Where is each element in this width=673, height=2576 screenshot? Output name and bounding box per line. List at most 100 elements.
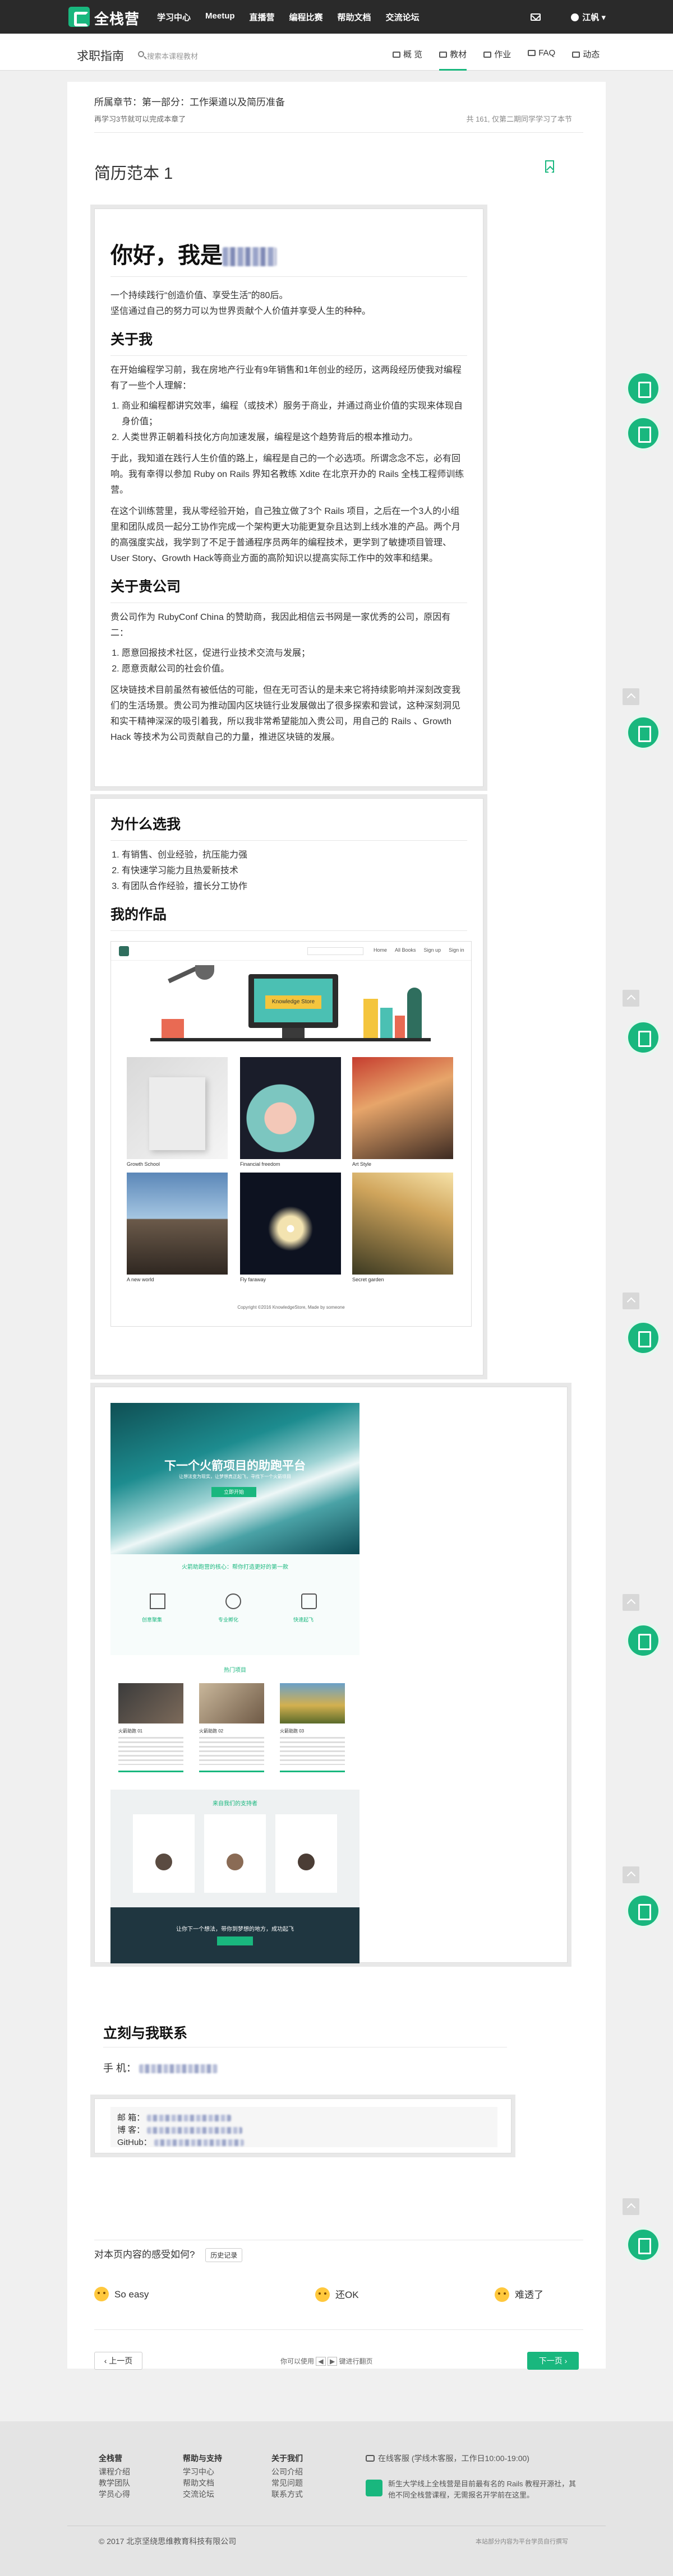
scroll-top-button[interactable] — [623, 1292, 639, 1309]
activity-icon — [572, 52, 580, 58]
chapter-progress: 共 161, 仅第二期同学学习了本节 — [466, 115, 572, 123]
mock-hero-subtitle: 让想法变为现实，让梦想真正起飞，寻找下一个火箭项目 — [179, 1474, 291, 1479]
book-icon — [439, 52, 448, 58]
notes-fab[interactable] — [628, 1896, 658, 1926]
scroll-top-button[interactable] — [623, 990, 639, 1007]
tab-homework[interactable]: 作业 — [483, 48, 511, 71]
scroll-top-button[interactable] — [623, 688, 639, 705]
footer-col-title: 全栈营 — [99, 2454, 122, 2463]
company-paragraph-2: 区块链技术目前虽然有被低估的可能，但在无可否认的是未来它将持续影响并深刻改变我们… — [110, 685, 461, 742]
nav-item-contest[interactable]: 编程比赛 — [289, 11, 323, 23]
work-thumbnail — [352, 1057, 453, 1159]
mock-feature-label: 快速起飞 — [293, 1617, 314, 1623]
footer-link[interactable]: 帮助文档 — [183, 2477, 222, 2489]
reaction-ok[interactable]: 还OK — [315, 2287, 359, 2302]
faq-icon — [528, 50, 536, 56]
notes-fab[interactable] — [628, 2230, 658, 2260]
user-menu[interactable]: 江帆 ▾ — [571, 11, 606, 23]
mock-navbar: Home All Books Sign up Sign in — [111, 942, 471, 961]
reaction-easy[interactable]: So easy — [94, 2287, 149, 2301]
tab-faq-label: FAQ — [538, 48, 556, 58]
project-thumbnail — [118, 1683, 183, 1723]
tab-materials[interactable]: 教材 — [439, 48, 467, 71]
brand-name[interactable]: 全栈营 — [94, 8, 140, 29]
works-heading: 我的作品 — [110, 907, 167, 923]
mock-hero-button: 立即开始 — [211, 1487, 256, 1497]
course-title[interactable]: 求职指南 — [77, 47, 124, 64]
nav-item-live[interactable]: 直播营 — [250, 11, 275, 23]
nav-item-meetup[interactable]: Meetup — [205, 11, 235, 23]
blurred-blog — [147, 2127, 243, 2134]
work-caption: Fly faraway — [240, 1277, 266, 1282]
mock-section-title: 来自我们的支持者 — [213, 1801, 257, 1807]
scroll-top-button[interactable] — [623, 2198, 639, 2215]
phone-row: 手 机： — [103, 2060, 218, 2075]
blog-row: 博 客： — [117, 2124, 243, 2135]
footer-col-title: 帮助与支持 — [183, 2454, 222, 2463]
pager-hint: 你可以使用 ◀ ▶ 键进行翻页 — [280, 2356, 373, 2366]
footer-link[interactable]: 学习中心 — [183, 2466, 222, 2477]
intro-line-2: 坚信通过自己的努力可以为世界贡献个人价值并享受人生的种种。 — [110, 307, 371, 316]
divider — [94, 132, 583, 133]
testimonial-card — [275, 1814, 337, 1893]
mock-feature-label: 专业孵化 — [218, 1617, 239, 1623]
brand-logo-icon[interactable] — [68, 7, 90, 27]
about-paragraph-3: 在这个训练营里，我从零经验开始，自己独立做了3个 Rails 项目，之后在一个3… — [110, 507, 461, 563]
notes-fab[interactable] — [628, 1625, 658, 1656]
bookmark-icon[interactable] — [545, 160, 554, 173]
footer-link[interactable]: 教学团队 — [99, 2477, 130, 2489]
notes-fab[interactable] — [628, 373, 658, 404]
intro-line-1: 一个持续践行“创造价值、享受生活”的80后。 — [110, 291, 288, 300]
mock-section-title: 火箭助跑营的核心：帮你打造更好的第一款 — [182, 1564, 288, 1570]
scroll-top-button[interactable] — [623, 1866, 639, 1883]
mock-nav-link: All Books — [395, 947, 416, 953]
mail-icon[interactable] — [531, 13, 541, 21]
blurred-github — [154, 2139, 244, 2147]
nav-item-forum[interactable]: 交流论坛 — [386, 11, 420, 23]
chapter-desc: 再学习3节就可以完成本章了 — [94, 115, 186, 123]
footer-link[interactable]: 课程介绍 — [99, 2466, 130, 2477]
customer-service[interactable]: 在线客服 (学线木客服，工作日10:00-19:00) — [366, 2453, 529, 2464]
work-thumbnail — [352, 1173, 453, 1275]
reaction-hard[interactable]: 难透了 — [495, 2287, 543, 2302]
prev-page-button[interactable]: ‹ 上一页 — [94, 2352, 142, 2370]
list-item: 有团队合作经验，擅长分工协作 — [122, 879, 467, 895]
tab-overview[interactable]: 概 览 — [393, 48, 422, 71]
chapter-title[interactable]: 所属章节：第一部分：工作渠道以及简历准备 — [94, 94, 285, 108]
footer-link[interactable]: 公司介绍 — [271, 2466, 303, 2477]
sad-face-icon — [495, 2287, 509, 2302]
notes-fab[interactable] — [628, 717, 658, 748]
project-text-placeholder — [280, 1737, 345, 1765]
work-caption: Growth School — [127, 1161, 160, 1167]
notes-fab[interactable] — [628, 1323, 658, 1353]
course-subnav: 求职指南 搜索本课程教材 概 览 教材 作业 FAQ 动态 — [0, 34, 673, 71]
company-list: 愿意回报技术社区，促进行业技术交流与发展； 愿意贡献公司的社会价值。 — [110, 646, 467, 677]
feedback-question-text: 对本页内容的感受如何? — [94, 2249, 195, 2260]
next-page-button[interactable]: 下一页 › — [527, 2352, 579, 2370]
course-search[interactable]: 搜索本课程教材 — [135, 48, 224, 62]
list-item: 有快速学习能力且热爱新技术 — [122, 863, 467, 879]
tab-activity-label: 动态 — [583, 50, 600, 59]
mock-search — [307, 947, 363, 955]
notes-fab[interactable] — [628, 418, 658, 448]
history-button[interactable]: 历史记录 — [205, 2248, 243, 2262]
footer-link[interactable]: 学员心得 — [99, 2489, 130, 2500]
footer-link[interactable]: 常见问题 — [271, 2477, 303, 2489]
blog-label: 博 客： — [117, 2125, 145, 2135]
footer-link[interactable]: 交流论坛 — [183, 2489, 222, 2500]
tab-activity[interactable]: 动态 — [572, 48, 600, 71]
footer-col-title: 关于我们 — [271, 2454, 303, 2463]
blurred-phone — [139, 2064, 218, 2074]
contact-card: 邮 箱： 博 客： GitHub： — [94, 2098, 511, 2153]
project-thumbnail — [280, 1683, 345, 1723]
resume-card-works: 为什么选我 有销售、创业经验，抗压能力强 有快速学习能力且热爱新技术 有团队合作… — [94, 798, 483, 1375]
scroll-top-button[interactable] — [623, 1594, 639, 1611]
nav-item-learning[interactable]: 学习中心 — [157, 11, 191, 23]
resume-card-intro: 你好，我是 一个持续践行“创造价值、享受生活”的80后。 坚信通过自己的努力可以… — [94, 209, 483, 787]
mock-logo-icon — [119, 946, 129, 956]
search-input[interactable]: 搜索本课程教材 — [147, 50, 198, 61]
tab-faq[interactable]: FAQ — [528, 48, 555, 71]
footer-link[interactable]: 联系方式 — [271, 2489, 303, 2500]
nav-item-docs[interactable]: 帮助文档 — [338, 11, 371, 23]
notes-fab[interactable] — [628, 1022, 658, 1053]
